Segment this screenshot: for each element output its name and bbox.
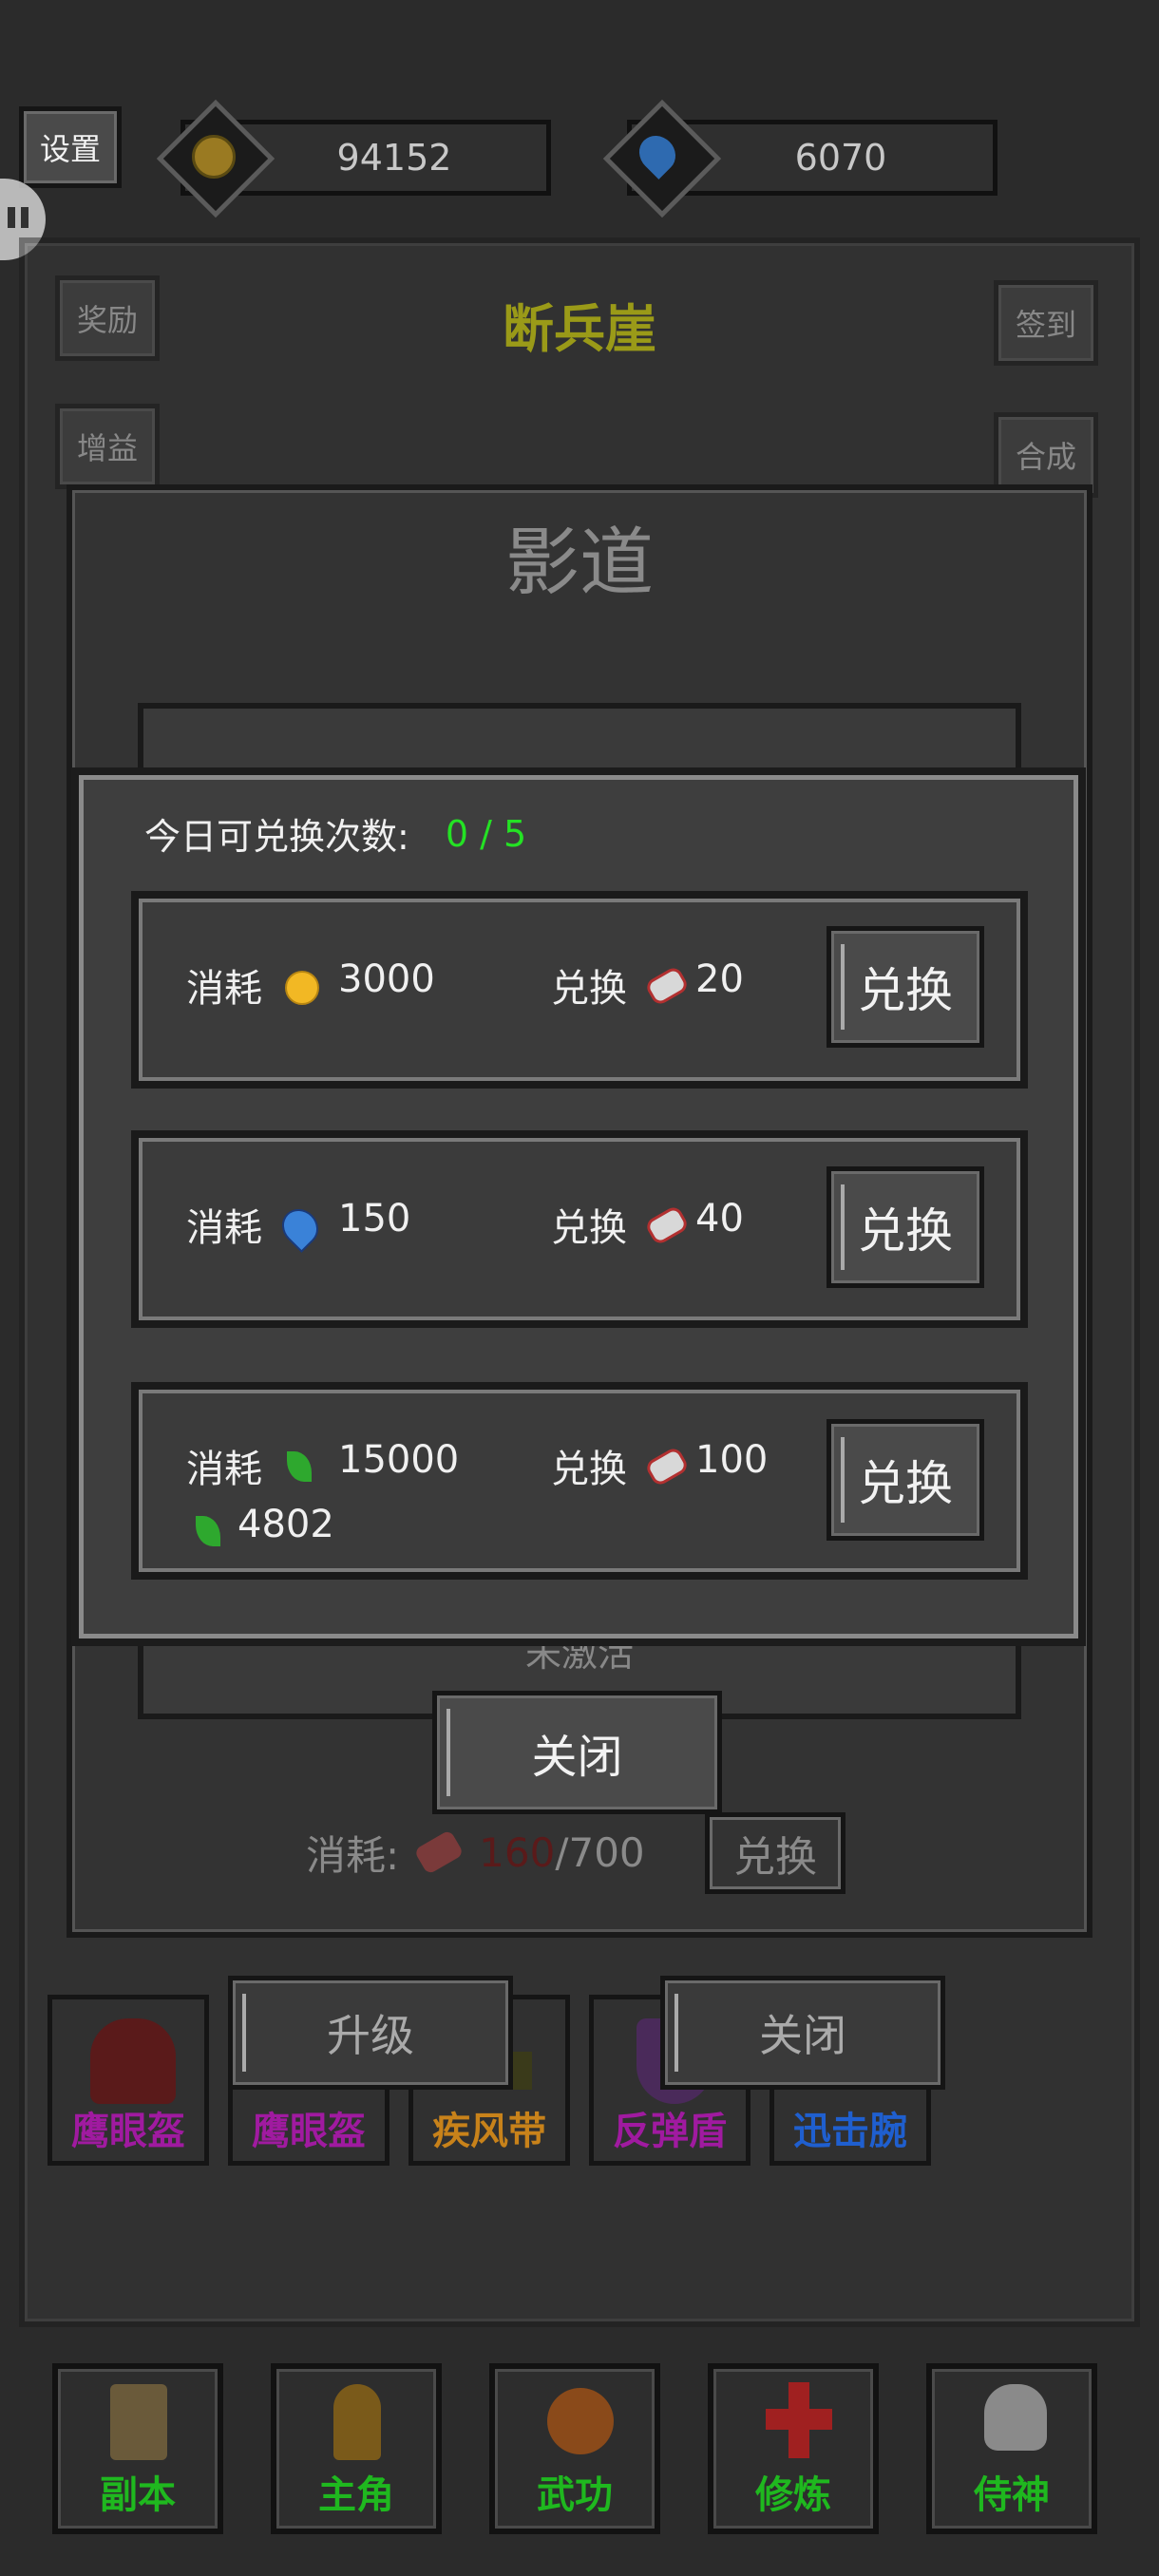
nav-martial-label: 武功 [537,2473,613,2517]
shadow-cost-total: /700 [555,1828,645,1876]
shadow-exchange-button[interactable]: 兑换 [705,1812,846,1894]
nav-spirit-label: 侍神 [974,2473,1050,2517]
buff-button[interactable]: 增益 [55,404,160,489]
row3-exchange-label: 兑换 [858,1456,953,1511]
row2-exchange-button[interactable]: 兑换 [826,1166,984,1288]
gold-coin-icon [156,99,276,218]
gold-amount: 94152 [336,137,452,179]
nav-hero-label: 主角 [318,2473,394,2517]
shadow-cost-label: 消耗: [306,1831,400,1879]
helmet-icon [90,2018,176,2104]
equipment-name: 迅击腕 [793,2110,907,2153]
row3-exchange-button[interactable]: 兑换 [826,1419,984,1541]
nav-hero[interactable]: 主角 [271,2363,442,2534]
row1-cost-value: 3000 [338,957,435,1001]
row2-cost-value: 150 [338,1197,411,1241]
daily-exchange-row: 今日可兑换次数: 0 / 5 [144,807,526,860]
synthesize-label: 合成 [1015,439,1076,475]
daily-exchange-count: 0 / 5 [445,812,527,855]
nav-cultivate[interactable]: 修炼 [708,2363,879,2534]
shadow-exchange-label: 兑换 [733,1833,817,1882]
equipment-name: 反弹盾 [613,2110,727,2153]
settings-button[interactable]: 设置 [19,106,122,188]
scene-title: 断兵崖 [503,299,656,359]
daily-exchange-label: 今日可兑换次数: [144,816,409,858]
row3-owned-value: 4802 [238,1503,334,1546]
nav-cultivate-label: 修炼 [755,2473,831,2517]
gold-coin-icon [285,971,319,1005]
scroll-bundle-icon [413,1829,465,1875]
nav-spirit[interactable]: 侍神 [926,2363,1097,2534]
row3-get-label: 兑换 [551,1448,627,1491]
signin-label: 签到 [1015,307,1076,343]
row1-cost-label: 消耗 [186,967,262,1011]
row1-exchange-button[interactable]: 兑换 [826,926,984,1048]
row2-get-value: 40 [695,1197,744,1241]
skull-icon [984,2384,1047,2451]
water-drop-icon [602,99,722,218]
reward-label: 奖励 [76,302,138,338]
equipment-name: 疾风带 [432,2110,546,2153]
signin-button[interactable]: 签到 [994,280,1098,366]
equipment-slot[interactable]: 鹰眼盔 [48,1995,209,2166]
row3-cost-label: 消耗 [186,1448,262,1491]
cross-icon [766,2382,832,2458]
row3-cost-value: 15000 [338,1438,460,1482]
upgrade-button[interactable]: 升级 [228,1976,513,2090]
row1-exchange-label: 兑换 [858,963,953,1018]
shadow-cost-row: 消耗: 160 /700 [306,1824,645,1881]
nav-martial[interactable]: 武功 [489,2363,660,2534]
nav-dungeon-label: 副本 [100,2473,176,2517]
equipment-name: 鹰眼盔 [71,2110,185,2153]
shadow-dao-title: 影道 [504,521,654,606]
water-amount: 6070 [794,137,887,179]
fireball-icon [547,2388,614,2454]
equipment-close-button[interactable]: 关闭 [660,1976,945,2090]
shadow-close-button[interactable]: 关闭 [432,1691,722,1814]
nav-dungeon[interactable]: 副本 [52,2363,223,2534]
hero-icon [333,2384,381,2460]
equipment-close-label: 关闭 [759,2010,846,2061]
row2-exchange-label: 兑换 [858,1203,953,1259]
reward-button[interactable]: 奖励 [55,275,160,361]
shadow-cost-current: 160 [479,1828,556,1876]
scroll-icon [110,2384,167,2460]
row2-get-label: 兑换 [551,1206,627,1250]
buff-label: 增益 [76,430,138,466]
shadow-close-label: 关闭 [531,1731,623,1784]
row2-cost-label: 消耗 [186,1206,262,1250]
row3-get-value: 100 [695,1438,769,1482]
row1-get-value: 20 [695,957,744,1001]
equipment-name: 鹰眼盔 [252,2110,366,2153]
upgrade-label: 升级 [327,2010,414,2061]
settings-label: 设置 [39,131,101,167]
row1-get-label: 兑换 [551,967,627,1011]
